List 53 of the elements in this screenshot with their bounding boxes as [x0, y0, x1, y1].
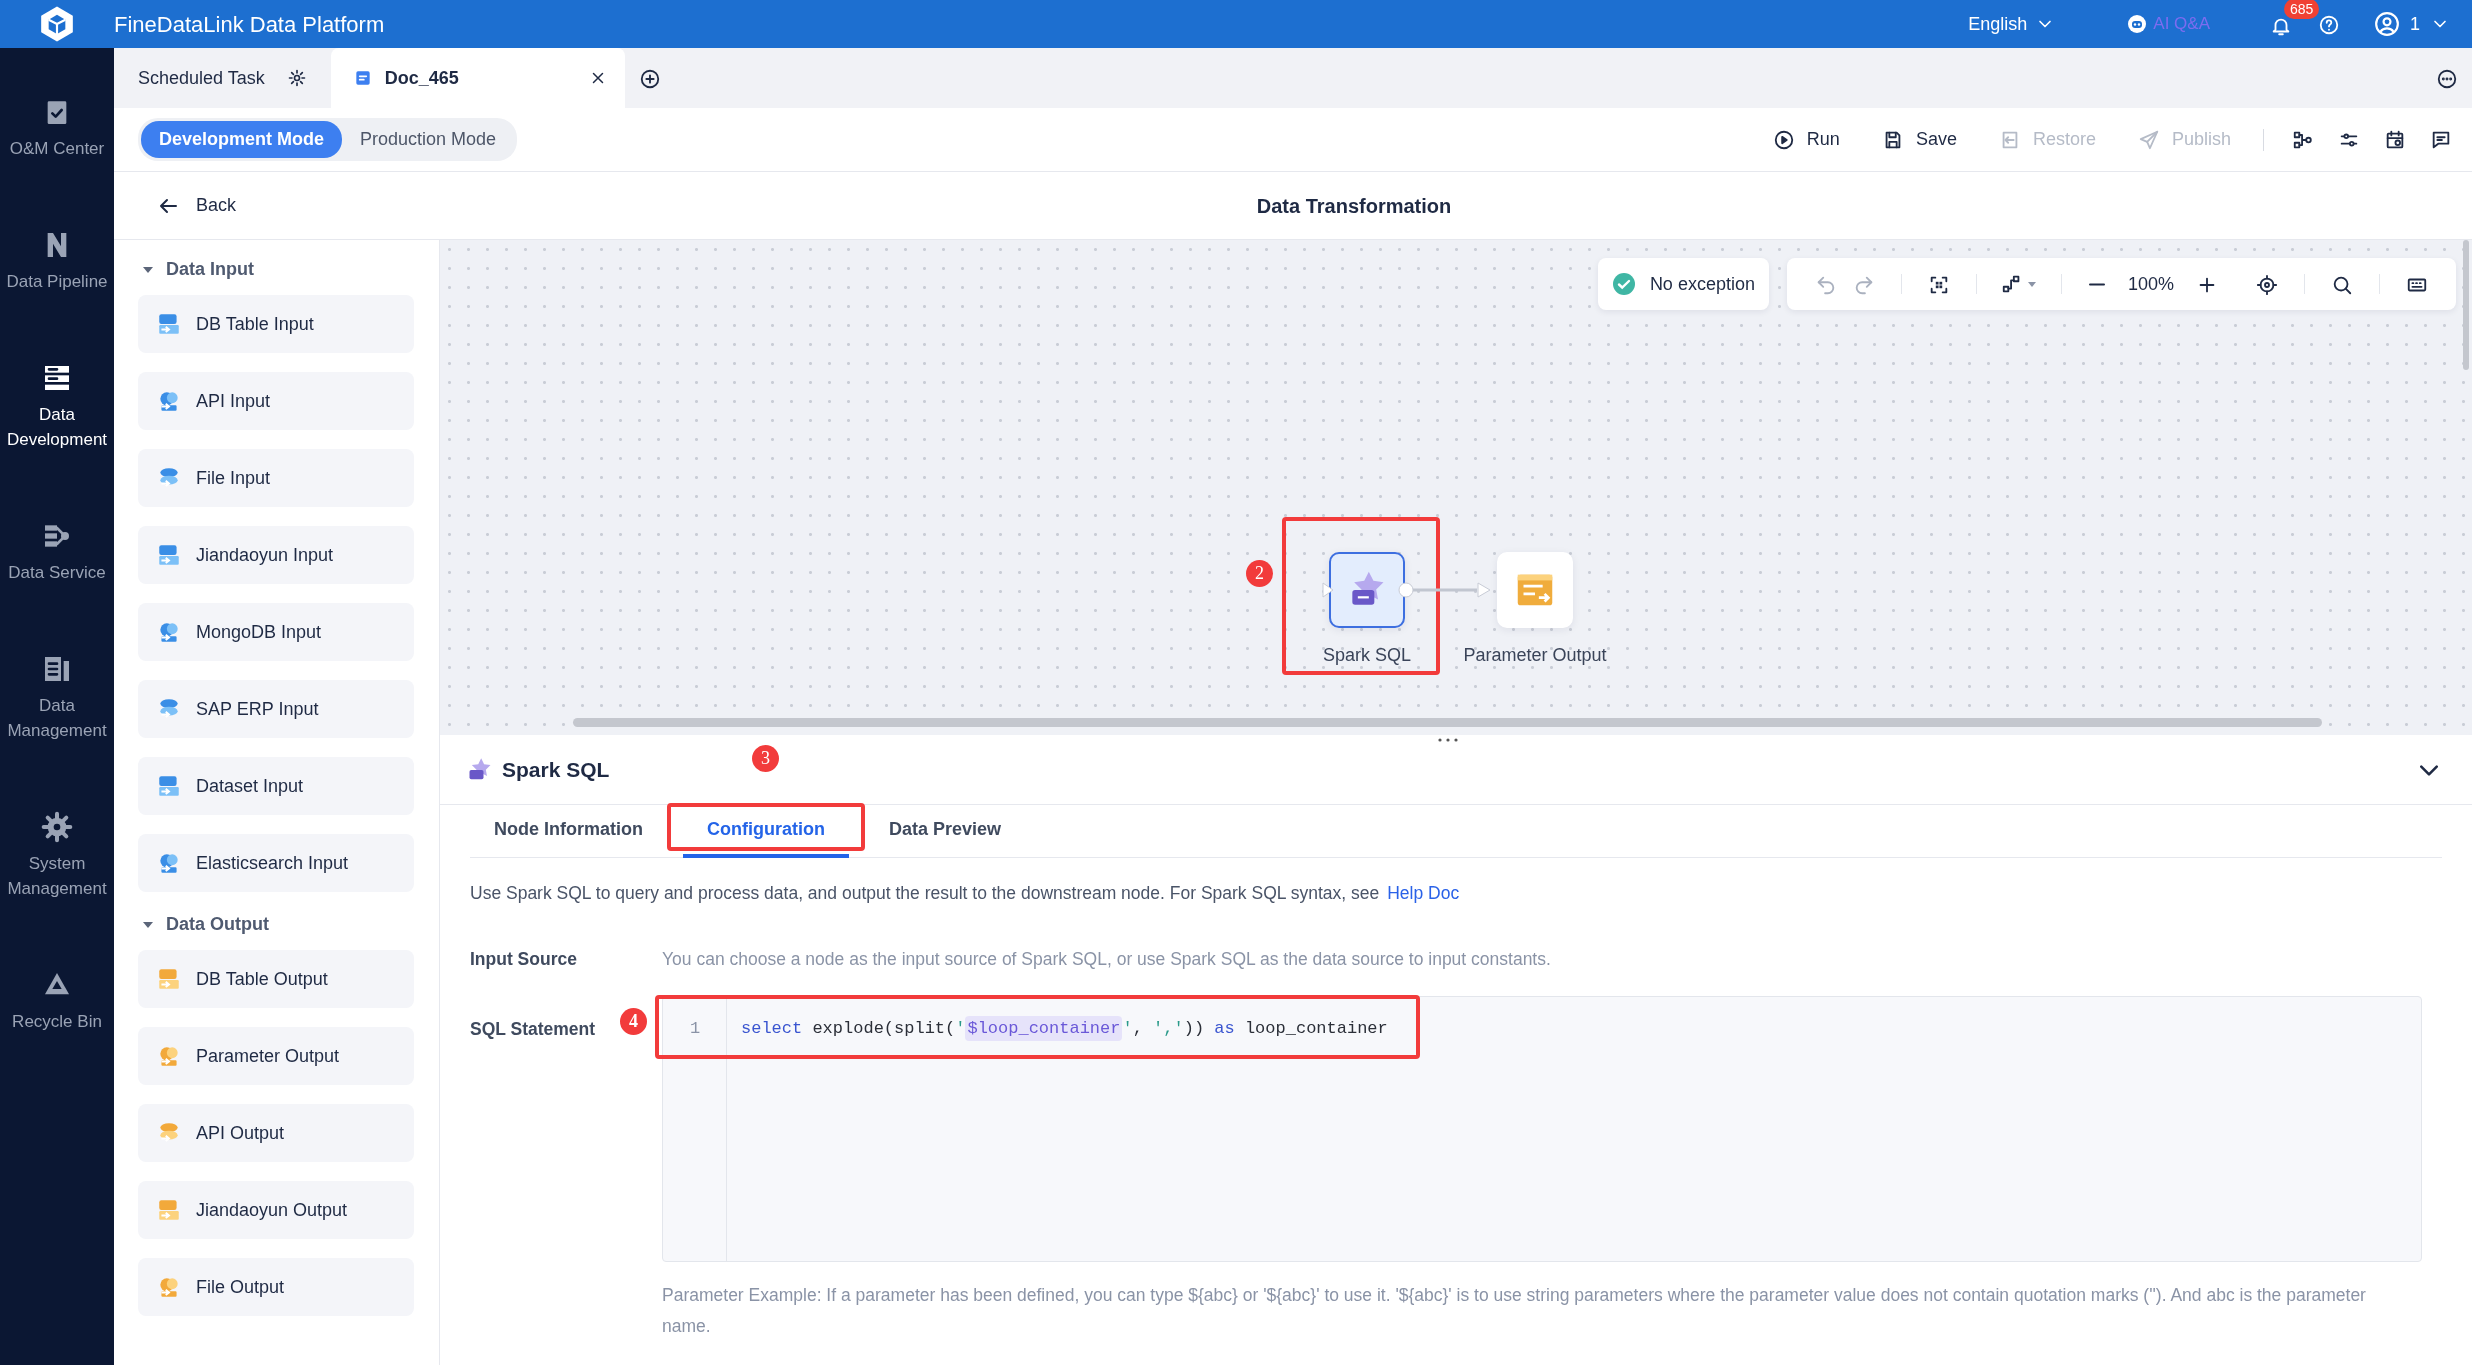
zoom-level: 100%	[2127, 272, 2174, 296]
component-item[interactable]: Parameter Output	[138, 1027, 414, 1085]
component-item[interactable]: SAP ERP Input	[138, 680, 414, 738]
hint-text: Parameter Example: If a parameter has been defined, you can type ${abc} or '${abc}' to use it. '${abc}' is to use string parameters where the parameter value does not contain quotation marks (''). And abc is the parameter name.	[662, 1284, 2367, 1338]
document-tab[interactable]: Scheduled Task	[122, 48, 323, 108]
run-button[interactable]: Run	[1762, 122, 1850, 157]
status-text: No exception	[1649, 272, 1755, 296]
notification-count: 685	[2284, 0, 2320, 19]
mode-option[interactable]: Development Mode	[141, 121, 343, 158]
field-label: SQL Statement	[470, 1019, 596, 1039]
node-label: Spark SQL	[1323, 644, 1412, 667]
nav-item[interactable]: Data Development	[0, 326, 114, 484]
code-line: select explode(split('$loop_container', ',')) as loop_container	[727, 1016, 1388, 1042]
nav-item[interactable]: Data Management	[0, 617, 114, 775]
field-label: Input Source	[470, 947, 578, 971]
document-tab[interactable]: Doc_465	[330, 48, 625, 108]
callout-number: 4	[620, 1008, 647, 1035]
panel-title: Spark SQL	[502, 756, 610, 783]
nav-item[interactable]: Data Service	[0, 484, 114, 617]
component-item[interactable]: DB Table Output	[138, 950, 414, 1008]
component-item[interactable]: MongoDB Input	[138, 603, 414, 661]
save-button[interactable]: Save	[1871, 122, 1967, 157]
panel-tab[interactable]: Node Information	[470, 805, 667, 858]
back-button[interactable]: Back	[150, 191, 243, 220]
component-item[interactable]: Jiandaoyun Output	[138, 1181, 414, 1239]
panel-tab[interactable]: Data Preview	[865, 805, 1026, 858]
panel-tab[interactable]: Configuration	[683, 805, 849, 858]
component-item[interactable]: Dataset Input	[138, 757, 414, 815]
app-title: FineDataLink Data Platform	[114, 10, 385, 39]
intro-text: Use Spark SQL to query and process data, and output the result to the downstream node. For Spark SQL syntax, see	[470, 881, 1380, 905]
callout-number: 3	[752, 745, 779, 772]
component-item[interactable]: File Output	[138, 1258, 414, 1316]
component-item[interactable]: API Input	[138, 372, 414, 430]
section-header[interactable]: Data Output	[142, 911, 269, 938]
input-source-text: You can choose a node as the input source of Spark SQL, or use Spark SQL as the data source to input constants.	[662, 947, 1551, 971]
nav-item[interactable]: O&M Center	[0, 60, 114, 193]
page-title: Data Transformation	[1256, 194, 1452, 217]
section-header[interactable]: Data Input	[142, 256, 254, 283]
nav-item[interactable]: System Management	[0, 775, 114, 933]
line-number: 1	[688, 1018, 702, 1041]
component-item[interactable]: Elasticsearch Input	[138, 834, 414, 892]
mode-option[interactable]: Production Mode	[342, 121, 515, 158]
nav-item[interactable]: Data Pipeline	[0, 193, 114, 326]
node-label: Parameter Output	[1463, 644, 1607, 667]
language-dropdown[interactable]: English	[1968, 10, 2056, 38]
user-menu[interactable]: 1	[2374, 10, 2450, 38]
callout-number: 2	[1246, 560, 1273, 587]
component-item[interactable]: DB Table Input	[138, 295, 414, 353]
component-item[interactable]: API Output	[138, 1104, 414, 1162]
nav-item[interactable]: Recycle Bin	[0, 933, 114, 1066]
help-doc-link[interactable]: Help Doc	[1387, 879, 1460, 907]
component-item[interactable]: File Input	[138, 449, 414, 507]
component-item[interactable]: Jiandaoyun Input	[138, 526, 414, 584]
